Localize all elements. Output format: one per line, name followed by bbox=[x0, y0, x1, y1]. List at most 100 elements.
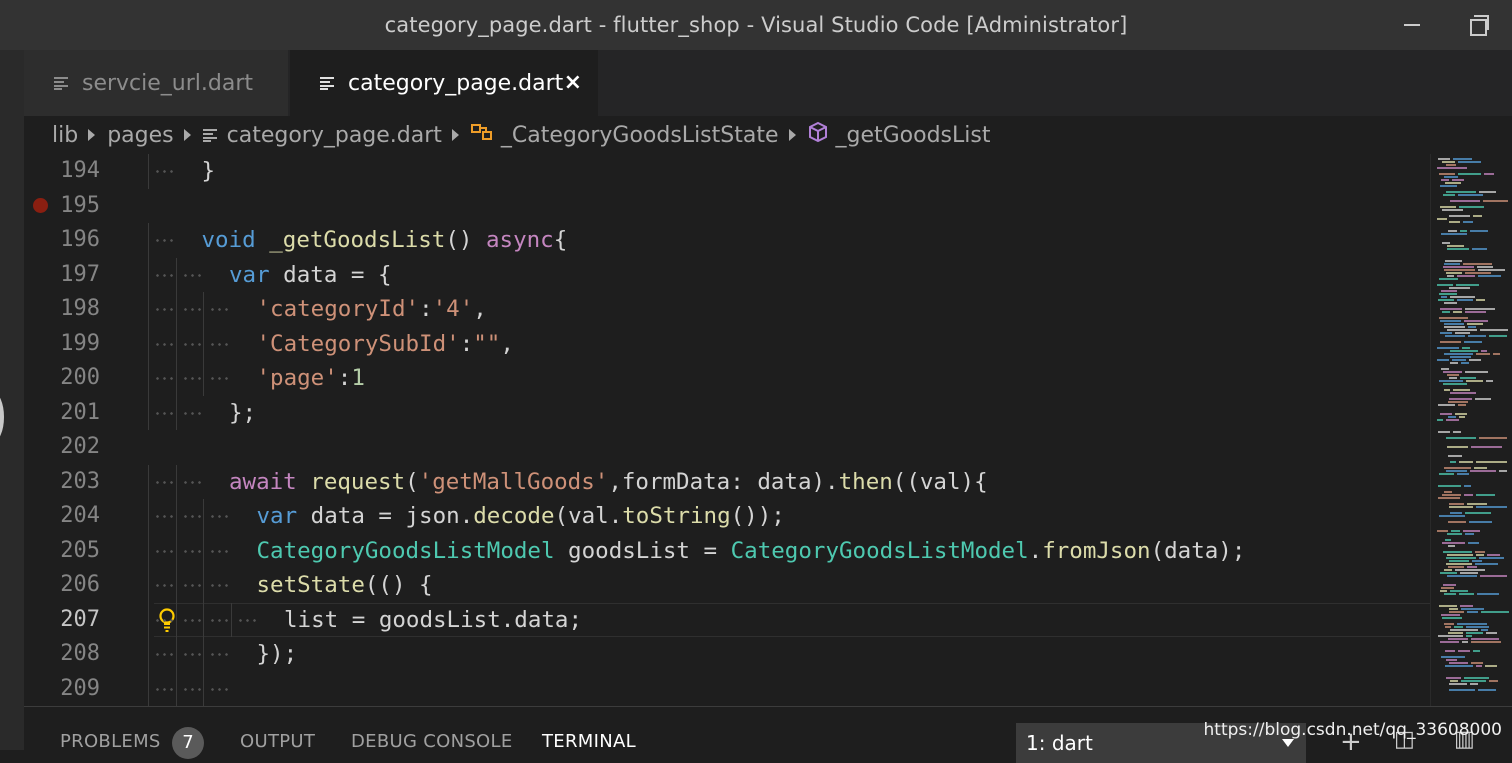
minimap-line bbox=[1444, 491, 1452, 493]
code-line[interactable]: 207 list = goodsList.data; bbox=[24, 602, 1430, 637]
tab-category-page[interactable]: category_page.dart × bbox=[290, 50, 598, 116]
minimap-line bbox=[1443, 371, 1462, 373]
code-token: } bbox=[201, 158, 216, 184]
code-line[interactable]: 206 setState(() { bbox=[24, 568, 1430, 603]
indent-guide bbox=[175, 499, 177, 534]
minimap-line bbox=[1472, 560, 1482, 562]
tab-problems[interactable]: PROBLEMS bbox=[60, 731, 161, 752]
minimap-line bbox=[1446, 437, 1476, 439]
chevron-right-icon bbox=[451, 129, 459, 141]
whitespace-dots bbox=[154, 480, 174, 484]
whitespace-dots bbox=[181, 480, 202, 484]
line-number[interactable]: 199 bbox=[24, 327, 100, 361]
whitespace-dots bbox=[181, 515, 202, 518]
indent-guide bbox=[175, 292, 177, 327]
lightbulb-icon[interactable] bbox=[158, 607, 176, 637]
minimize-icon[interactable] bbox=[1384, 0, 1440, 50]
minimap-line bbox=[1448, 632, 1463, 634]
code-line[interactable]: 194} bbox=[24, 154, 1430, 189]
code-line[interactable]: 203 await request('getMallGoods',formData… bbox=[24, 464, 1430, 499]
minimap-line bbox=[1469, 521, 1492, 523]
whitespace-dots bbox=[181, 549, 202, 553]
breadcrumb-pages[interactable]: pages bbox=[107, 123, 173, 148]
minimap-line bbox=[1471, 662, 1483, 664]
whitespace-dots bbox=[154, 653, 174, 656]
minimap-line bbox=[1473, 215, 1482, 217]
line-number[interactable]: 208 bbox=[24, 637, 100, 671]
code-token: , bbox=[500, 330, 514, 357]
minimap-line bbox=[1442, 242, 1450, 244]
whitespace-dots bbox=[181, 618, 202, 622]
minimap-line bbox=[1470, 683, 1478, 685]
minimap-line bbox=[1474, 467, 1487, 469]
close-icon[interactable]: × bbox=[564, 70, 582, 95]
breadcrumb-method[interactable]: _getGoodsList bbox=[836, 123, 991, 148]
code-line[interactable]: 199 'CategorySubId':"", bbox=[24, 326, 1430, 361]
code-line[interactable]: 198 'categoryId':'4', bbox=[24, 292, 1430, 327]
tab-terminal[interactable]: TERMINAL bbox=[542, 731, 636, 752]
scroll-handle[interactable] bbox=[0, 392, 4, 442]
minimap-line bbox=[1448, 416, 1456, 418]
line-number[interactable]: 198 bbox=[24, 292, 100, 326]
tab-output[interactable]: OUTPUT bbox=[240, 731, 315, 752]
line-number[interactable]: 209 bbox=[24, 672, 100, 706]
minimap-line bbox=[1447, 575, 1477, 577]
minimap-line bbox=[1449, 377, 1457, 379]
line-number[interactable]: 204 bbox=[24, 499, 100, 533]
minimap-line bbox=[1437, 284, 1453, 286]
minimap-line bbox=[1484, 173, 1494, 175]
code-line[interactable]: 201}; bbox=[24, 395, 1430, 430]
tab-servcie-url[interactable]: servcie_url.dart bbox=[24, 50, 288, 116]
code-token: toString bbox=[622, 503, 731, 529]
minimap-line bbox=[1449, 221, 1460, 223]
code-line[interactable]: 209 bbox=[24, 671, 1430, 706]
code-token: (() { bbox=[364, 572, 433, 598]
minimap-line bbox=[1449, 611, 1464, 613]
line-number[interactable]: 197 bbox=[24, 258, 100, 292]
breadcrumb-file[interactable]: category_page.dart bbox=[227, 123, 442, 148]
code-line[interactable]: 195 bbox=[24, 189, 1430, 223]
minimap-line bbox=[1449, 662, 1468, 664]
breadcrumb-class[interactable]: _CategoryGoodsListState bbox=[501, 123, 779, 148]
code-text: }); bbox=[257, 637, 298, 671]
restore-icon[interactable] bbox=[1448, 0, 1504, 50]
minimap-line bbox=[1438, 299, 1454, 301]
line-number[interactable]: 205 bbox=[24, 534, 100, 568]
minimap-line bbox=[1439, 605, 1457, 607]
code-token: . bbox=[1028, 537, 1043, 564]
minimap-line bbox=[1441, 290, 1457, 292]
minimap-line bbox=[1457, 623, 1487, 625]
line-number[interactable]: 203 bbox=[24, 465, 100, 499]
minimap[interactable] bbox=[1430, 154, 1512, 706]
code-line[interactable]: 197 var data = { bbox=[24, 257, 1430, 292]
chevron-right-icon bbox=[88, 129, 96, 141]
line-number[interactable]: 207 bbox=[24, 603, 100, 637]
indent-guide bbox=[148, 637, 149, 672]
minimap-line bbox=[1440, 308, 1462, 310]
minimap-line bbox=[1465, 371, 1488, 373]
code-token: void bbox=[201, 227, 256, 253]
code-line[interactable]: 208}); bbox=[24, 637, 1430, 672]
line-number[interactable]: 194 bbox=[24, 154, 100, 188]
line-number[interactable]: 206 bbox=[24, 568, 100, 602]
code-line[interactable]: 204 var data = json.decode(val.toString()… bbox=[24, 499, 1430, 534]
code-line[interactable]: 196 void _getGoodsList() async{ bbox=[24, 223, 1430, 258]
breakpoint-icon[interactable] bbox=[33, 197, 48, 213]
breadcrumb-lib[interactable]: lib bbox=[52, 123, 78, 148]
code-token: CategoryGoodsListModel bbox=[730, 537, 1029, 564]
code-line[interactable]: 202 bbox=[24, 430, 1430, 464]
minimap-line bbox=[1481, 611, 1509, 613]
minimap-line bbox=[1466, 380, 1483, 382]
tab-debug-console[interactable]: DEBUG CONSOLE bbox=[351, 731, 513, 752]
minimap-line bbox=[1444, 302, 1457, 304]
minimap-line bbox=[1450, 356, 1471, 358]
minimap-line bbox=[1440, 413, 1452, 415]
line-number[interactable]: 196 bbox=[24, 223, 100, 257]
line-number[interactable]: 201 bbox=[24, 396, 100, 430]
line-number[interactable]: 202 bbox=[24, 430, 100, 464]
code-line[interactable]: 200 'page':1 bbox=[24, 361, 1430, 396]
code-line[interactable]: 205 CategoryGoodsListModel goodsList = Ca… bbox=[24, 533, 1430, 568]
line-number[interactable]: 200 bbox=[24, 361, 100, 395]
minimap-line bbox=[1438, 404, 1455, 406]
code-editor[interactable]: 194} 195 196 void _getGoodsList() async{197… bbox=[24, 154, 1430, 706]
